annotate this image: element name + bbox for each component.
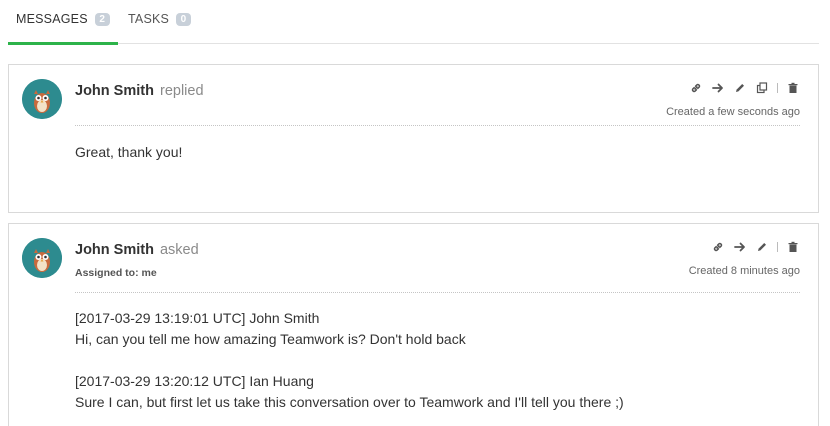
message-line: Sure I can, but first let us take this c… bbox=[75, 394, 624, 410]
author-line: John Smith replied bbox=[75, 83, 204, 99]
message-card: John Smith asked Assigned to: me Created… bbox=[8, 223, 819, 426]
message-line: Hi, can you tell me how amazing Teamwork… bbox=[75, 331, 466, 347]
message-body: Great, thank you! bbox=[75, 142, 182, 163]
actions-separator bbox=[777, 242, 778, 252]
message-verb: asked bbox=[159, 242, 199, 258]
message-line: [2017-03-29 13:19:01 UTC] John Smith bbox=[75, 310, 320, 326]
author-line: John Smith asked bbox=[75, 242, 199, 258]
message-actions bbox=[711, 240, 800, 254]
message-line: [2017-03-29 13:20:12 UTC] Ian Huang bbox=[75, 373, 314, 389]
forward-arrow-icon[interactable] bbox=[711, 81, 725, 95]
tab-messages[interactable]: MESSAGES 2 bbox=[8, 12, 118, 45]
pencil-icon[interactable] bbox=[733, 81, 747, 95]
tabs-bar: MESSAGES 2 TASKS 0 bbox=[8, 0, 819, 45]
pencil-icon[interactable] bbox=[755, 240, 769, 254]
avatar bbox=[22, 79, 62, 119]
link-icon[interactable] bbox=[711, 240, 725, 254]
forward-arrow-icon[interactable] bbox=[733, 240, 747, 254]
assigned-to-label: Assigned to: me bbox=[75, 267, 157, 279]
message-verb: replied bbox=[159, 83, 204, 99]
message-card: John Smith replied Created a few seconds… bbox=[8, 64, 819, 213]
owl-avatar-icon bbox=[22, 238, 62, 278]
divider bbox=[75, 292, 800, 293]
created-timestamp: Created 8 minutes ago bbox=[688, 265, 800, 277]
owl-avatar-icon bbox=[22, 79, 62, 119]
link-icon[interactable] bbox=[689, 81, 703, 95]
divider bbox=[75, 125, 800, 126]
tab-tasks-label: TASKS bbox=[128, 12, 170, 26]
tab-messages-label: MESSAGES bbox=[16, 12, 88, 26]
message-actions bbox=[689, 81, 800, 95]
avatar bbox=[22, 238, 62, 278]
trash-icon[interactable] bbox=[786, 240, 800, 254]
message-line: Great, thank you! bbox=[75, 144, 183, 160]
message-body: [2017-03-29 13:19:01 UTC] John Smith Hi,… bbox=[75, 308, 624, 413]
author-name[interactable]: John Smith bbox=[75, 83, 154, 99]
actions-separator bbox=[777, 83, 778, 93]
tab-tasks-count-badge: 0 bbox=[176, 13, 192, 26]
created-timestamp: Created a few seconds ago bbox=[666, 106, 800, 118]
copy-icon[interactable] bbox=[755, 81, 769, 95]
author-name[interactable]: John Smith bbox=[75, 242, 154, 258]
tab-messages-count-badge: 2 bbox=[94, 13, 110, 26]
tab-tasks[interactable]: TASKS 0 bbox=[128, 12, 192, 44]
trash-icon[interactable] bbox=[786, 81, 800, 95]
